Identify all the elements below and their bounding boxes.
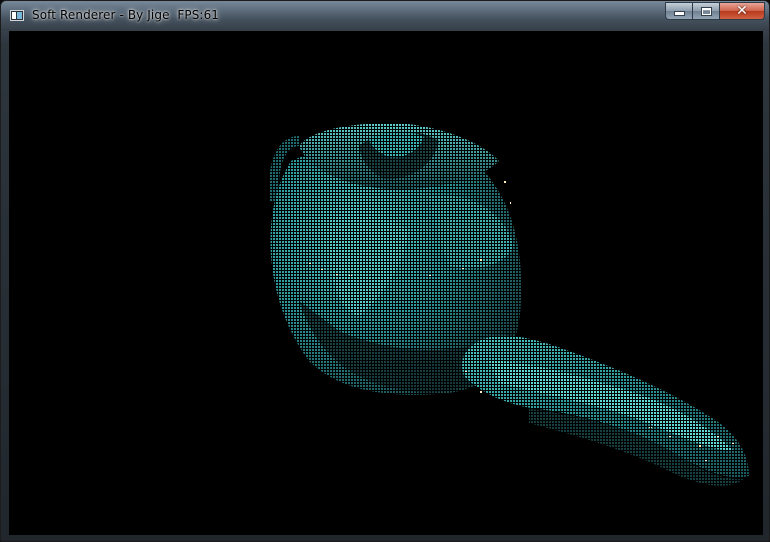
- close-button[interactable]: ✕: [719, 2, 765, 20]
- close-icon: ✕: [736, 3, 748, 19]
- teapot-model: [269, 123, 749, 486]
- teapot-render: [269, 123, 749, 486]
- app-window-icon[interactable]: [10, 10, 24, 21]
- window-controls: ✕: [665, 2, 765, 21]
- app-window: Soft Renderer - By Jige FPS:61 ✕: [0, 0, 770, 542]
- render-viewport[interactable]: [9, 31, 763, 535]
- minimize-icon: [674, 12, 684, 15]
- title-bar[interactable]: Soft Renderer - By Jige FPS:61 ✕: [1, 1, 769, 31]
- window-title: Soft Renderer - By Jige FPS:61: [32, 8, 220, 22]
- maximize-icon: [701, 7, 711, 15]
- minimize-button[interactable]: [665, 2, 692, 20]
- maximize-button[interactable]: [692, 2, 719, 20]
